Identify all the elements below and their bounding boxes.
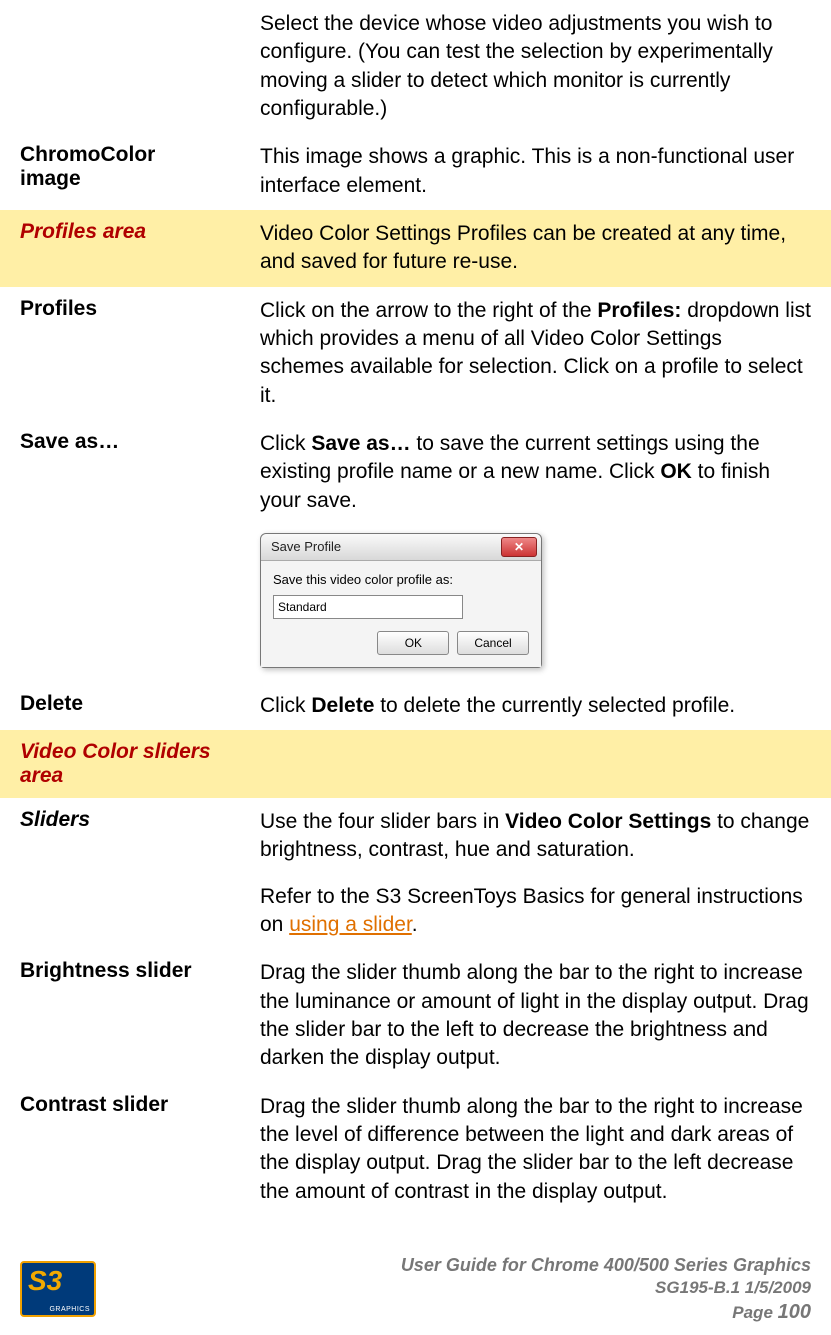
row-profiles: Profiles Click on the arrow to the right… bbox=[0, 287, 831, 420]
page-number: 100 bbox=[778, 1301, 811, 1323]
s3-logo: S3 GRAPHICS bbox=[20, 1261, 96, 1317]
footer-text: User Guide for Chrome 400/500 Series Gra… bbox=[401, 1254, 811, 1325]
ok-button[interactable]: OK bbox=[377, 631, 449, 655]
footer-line3: Page 100 bbox=[401, 1299, 811, 1325]
text-segment: to delete the currently selected profile… bbox=[374, 694, 735, 717]
saveas-description: Click Save as… to save the current setti… bbox=[240, 420, 831, 682]
row-brightness: Brightness slider Drag the slider thumb … bbox=[0, 949, 831, 1082]
dialog-titlebar: Save Profile ✕ bbox=[261, 534, 541, 561]
intro-description: Select the device whose video adjustment… bbox=[240, 0, 831, 133]
dialog-label: Save this video color profile as: bbox=[273, 571, 529, 589]
bold-ok: OK bbox=[660, 460, 692, 483]
delete-description: Click Delete to delete the currently sel… bbox=[240, 682, 831, 730]
row-sliders-area: Video Color sliders area bbox=[0, 730, 831, 798]
profiles-description: Click on the arrow to the right of the P… bbox=[240, 287, 831, 420]
row-chromocolor: ChromoColor image This image shows a gra… bbox=[0, 133, 831, 210]
contrast-label: Contrast slider bbox=[0, 1083, 240, 1216]
document-page: Select the device whose video adjustment… bbox=[0, 0, 831, 1335]
close-icon[interactable]: ✕ bbox=[501, 537, 537, 557]
sliders-description: Use the four slider bars in Video Color … bbox=[240, 798, 831, 949]
row-profiles-area: Profiles area Video Color Settings Profi… bbox=[0, 210, 831, 287]
row-saveas: Save as… Click Save as… to save the curr… bbox=[0, 420, 831, 682]
row-delete: Delete Click Delete to delete the curren… bbox=[0, 682, 831, 730]
saveas-label: Save as… bbox=[0, 420, 240, 682]
logo-sub-text: GRAPHICS bbox=[49, 1306, 90, 1313]
profiles-area-description: Video Color Settings Profiles can be cre… bbox=[240, 210, 831, 287]
brightness-description: Drag the slider thumb along the bar to t… bbox=[240, 949, 831, 1082]
row-contrast: Contrast slider Drag the slider thumb al… bbox=[0, 1083, 831, 1216]
bold-delete: Delete bbox=[311, 694, 374, 717]
chromocolor-description: This image shows a graphic. This is a no… bbox=[240, 133, 831, 210]
text-segment: Click on the arrow to the right of the bbox=[260, 299, 597, 322]
row-sliders: Sliders Use the four slider bars in Vide… bbox=[0, 798, 831, 949]
definition-table: Select the device whose video adjustment… bbox=[0, 0, 831, 1216]
text-segment: Click bbox=[260, 694, 311, 717]
using-a-slider-link[interactable]: using a slider bbox=[289, 913, 412, 936]
text-segment: Use the four slider bars in bbox=[260, 810, 505, 833]
sliders-area-description bbox=[240, 730, 831, 798]
dialog-buttons: OK Cancel bbox=[273, 631, 529, 655]
text-segment: Click bbox=[260, 432, 311, 455]
footer-line2: SG195-B.1 1/5/2009 bbox=[401, 1277, 811, 1299]
bold-video-color-settings: Video Color Settings bbox=[505, 810, 711, 833]
save-profile-dialog: Save Profile ✕ Save this video color pro… bbox=[260, 533, 542, 668]
row-intro: Select the device whose video adjustment… bbox=[0, 0, 831, 133]
sliders-label: Sliders bbox=[20, 808, 90, 831]
footer-line1: User Guide for Chrome 400/500 Series Gra… bbox=[401, 1254, 811, 1277]
brightness-label: Brightness slider bbox=[0, 949, 240, 1082]
page-label: Page bbox=[732, 1303, 777, 1322]
dialog-title: Save Profile bbox=[271, 538, 341, 556]
bold-saveas: Save as… bbox=[311, 432, 410, 455]
chromocolor-label: ChromoColor image bbox=[0, 133, 240, 210]
delete-label: Delete bbox=[0, 682, 240, 730]
profile-name-input[interactable] bbox=[273, 595, 463, 619]
page-footer: S3 GRAPHICS User Guide for Chrome 400/50… bbox=[0, 1254, 811, 1325]
profiles-area-label: Profiles area bbox=[0, 210, 240, 287]
contrast-description: Drag the slider thumb along the bar to t… bbox=[240, 1083, 831, 1216]
dialog-body: Save this video color profile as: OK Can… bbox=[261, 561, 541, 667]
cancel-button[interactable]: Cancel bbox=[457, 631, 529, 655]
profiles-label: Profiles bbox=[0, 287, 240, 420]
bold-profiles: Profiles: bbox=[597, 299, 681, 322]
sliders-area-label: Video Color sliders area bbox=[0, 730, 240, 798]
logo-main-text: S3 bbox=[28, 1265, 62, 1297]
text-segment: . bbox=[412, 913, 418, 936]
